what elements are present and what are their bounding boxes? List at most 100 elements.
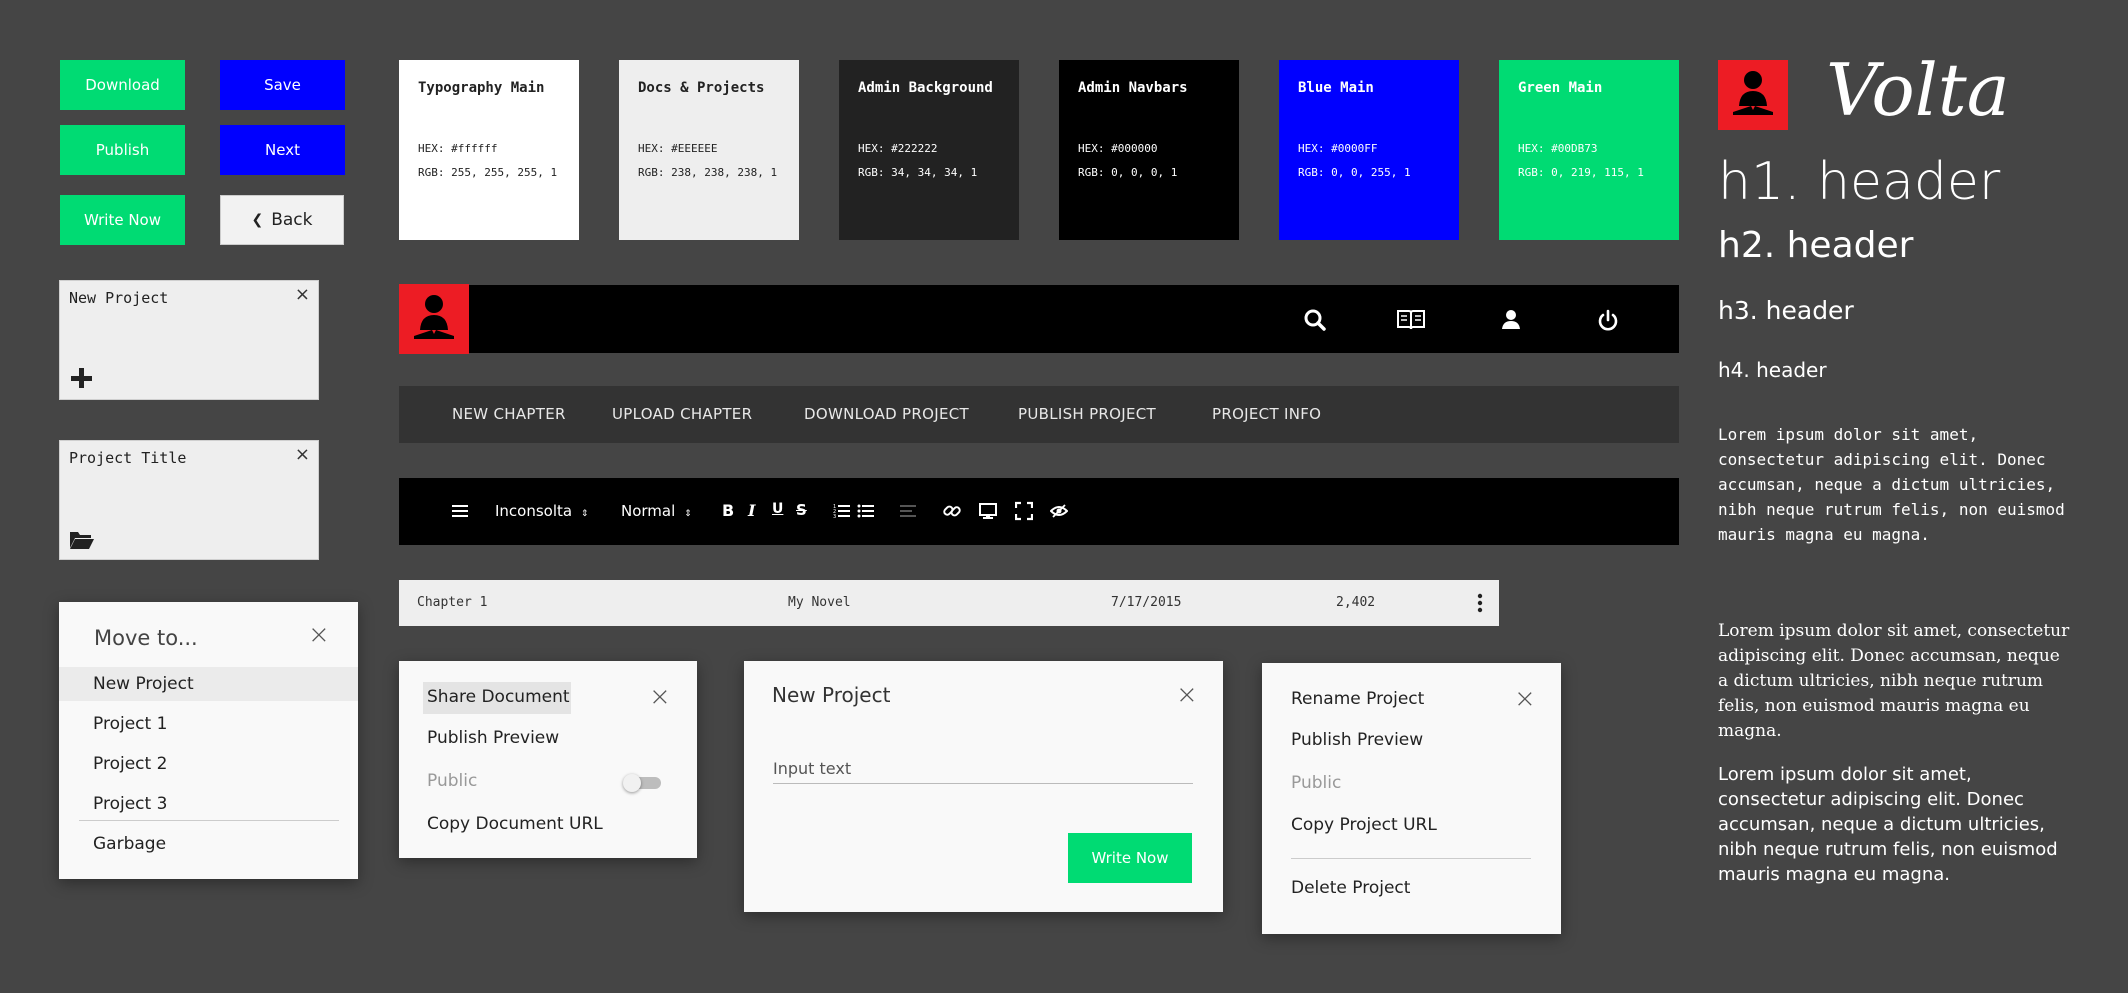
swatch-name: Docs & Projects	[638, 80, 765, 96]
close-icon[interactable]: ×	[308, 620, 330, 650]
move-to-item-label[interactable]: Project 2	[93, 754, 167, 774]
chapter-row[interactable]: Chapter 1 My Novel 7/17/2015 2,402	[399, 580, 1499, 626]
publish-preview-item[interactable]: Publish Preview	[427, 728, 559, 748]
download-button[interactable]: Download	[60, 60, 185, 110]
monitor-icon[interactable]	[979, 500, 997, 522]
chapter-word-count: 2,402	[1336, 595, 1376, 610]
swatch-hex: HEX: #000000	[1078, 142, 1158, 155]
book-icon[interactable]	[1396, 307, 1426, 333]
close-icon[interactable]: ×	[1176, 680, 1198, 710]
public-label: Public	[1291, 773, 1342, 793]
power-icon[interactable]	[1595, 307, 1621, 333]
swatch-hex: HEX: #ffffff	[418, 142, 498, 155]
paragraph-serif-sample: Lorem ipsum dolor sit amet, consectetur …	[1718, 621, 2070, 741]
h2-sample: h2. header	[1718, 225, 1914, 266]
move-to-dialog: Move to... × New Project Project 1 Proje…	[59, 602, 358, 879]
svg-text:3: 3	[833, 514, 836, 520]
swatch-admin-background: Admin Background HEX: #222222 RGB: 34, 3…	[839, 60, 1019, 240]
italic-icon[interactable]: I	[748, 501, 755, 523]
chapter-name: Chapter 1	[417, 595, 488, 610]
swatch-hex: HEX: #0000FF	[1298, 142, 1378, 155]
reader-logo-icon	[414, 295, 454, 339]
ordered-list-icon[interactable]: 123	[833, 500, 851, 522]
align-icon[interactable]	[899, 500, 917, 522]
new-project-card[interactable]: New Project ×	[59, 280, 319, 400]
next-button[interactable]: Next	[220, 125, 345, 175]
move-to-item-label[interactable]: New Project	[93, 674, 194, 694]
rename-project-item[interactable]: Rename Project	[1291, 689, 1424, 709]
menu-publish-project[interactable]: PUBLISH PROJECT	[1018, 405, 1156, 423]
swatch-hex: HEX: #EEEEEE	[638, 142, 718, 155]
public-toggle[interactable]	[623, 774, 661, 792]
write-now-button[interactable]: Write Now	[60, 195, 185, 245]
swatch-name: Typography Main	[418, 80, 545, 96]
write-now-button[interactable]: Write Now	[1068, 833, 1192, 883]
back-button[interactable]: ❮ Back	[220, 195, 344, 245]
h1-sample: h1. header	[1718, 152, 2001, 212]
move-to-item-label[interactable]: Project 1	[93, 714, 167, 734]
close-icon[interactable]: ×	[1514, 684, 1536, 714]
top-navbar	[399, 284, 1679, 354]
menu-upload-chapter[interactable]: UPLOAD CHAPTER	[612, 405, 752, 423]
paragraph-mono-sample: Lorem ipsum dolor sit amet, consectetur …	[1718, 425, 2065, 544]
swatch-name: Blue Main	[1298, 80, 1374, 96]
swatch-name: Admin Navbars	[1078, 80, 1188, 96]
swatch-rgb: RGB: 0, 0, 0, 1	[1078, 166, 1178, 179]
project-title-card[interactable]: Project Title ×	[59, 440, 319, 560]
font-select[interactable]: Inconsolta ⇕	[495, 502, 588, 524]
plus-icon[interactable]	[69, 366, 95, 390]
folder-open-icon[interactable]	[69, 527, 95, 551]
style-select-value: Normal	[621, 502, 676, 520]
publish-preview-item[interactable]: Publish Preview	[1291, 730, 1423, 750]
dialog-title: Move to...	[94, 626, 198, 650]
swatch-rgb: RGB: 255, 255, 255, 1	[418, 166, 558, 179]
bold-icon[interactable]: B	[722, 501, 734, 523]
move-to-item-label[interactable]: Garbage	[93, 834, 166, 854]
menu-project-info[interactable]: PROJECT INFO	[1212, 405, 1321, 423]
strikethrough-icon[interactable]: S	[796, 501, 807, 523]
paragraph-sans-sample: Lorem ipsum dolor sit amet, consectetur …	[1718, 764, 2058, 885]
menu-new-chapter[interactable]: NEW CHAPTER	[452, 405, 566, 423]
editor-toolbar: Inconsolta ⇕ Normal ⇕ B I U S 123	[399, 478, 1679, 545]
swatch-typography-main: Typography Main HEX: #ffffff RGB: 255, 2…	[399, 60, 579, 240]
card-title: Project Title	[69, 449, 187, 467]
reader-logo-icon	[1733, 71, 1773, 115]
more-vertical-icon[interactable]	[1477, 593, 1483, 613]
share-document-menu: Share Document × Publish Preview Public …	[399, 661, 697, 858]
close-icon[interactable]: ×	[295, 284, 310, 305]
h4-sample: h4. header	[1718, 358, 1827, 382]
toggle-knob	[623, 774, 641, 792]
close-icon[interactable]: ×	[649, 682, 671, 712]
copy-project-url-item[interactable]: Copy Project URL	[1291, 815, 1437, 835]
logo[interactable]	[399, 284, 469, 354]
bullet-list-icon[interactable]	[857, 500, 875, 522]
project-options-menu: Rename Project × Publish Preview Public …	[1262, 663, 1561, 934]
font-select-value: Inconsolta	[495, 502, 573, 520]
underline-icon[interactable]: U	[772, 501, 783, 523]
project-menubar: NEW CHAPTER UPLOAD CHAPTER DOWNLOAD PROJ…	[399, 386, 1679, 443]
delete-project-item[interactable]: Delete Project	[1291, 878, 1410, 898]
save-button[interactable]: Save	[220, 60, 345, 110]
style-select[interactable]: Normal ⇕	[621, 502, 692, 524]
user-icon[interactable]	[1498, 307, 1524, 333]
search-icon[interactable]	[1302, 307, 1328, 333]
hamburger-menu-icon[interactable]	[451, 500, 469, 522]
share-document-item[interactable]: Share Document	[427, 687, 570, 707]
publish-button[interactable]: Publish	[60, 125, 185, 175]
close-icon[interactable]: ×	[295, 444, 310, 465]
swatch-rgb: RGB: 34, 34, 34, 1	[858, 166, 978, 179]
swatch-hex: HEX: #00DB73	[1518, 142, 1598, 155]
card-title: New Project	[69, 289, 169, 307]
fullscreen-icon[interactable]	[1015, 500, 1033, 522]
swatch-admin-navbars: Admin Navbars HEX: #000000 RGB: 0, 0, 0,…	[1059, 60, 1239, 240]
swatch-rgb: RGB: 0, 219, 115, 1	[1518, 166, 1644, 179]
link-icon[interactable]	[943, 500, 961, 522]
move-to-item-label[interactable]: Project 3	[93, 794, 167, 814]
menu-download-project[interactable]: DOWNLOAD PROJECT	[804, 405, 969, 423]
h3-sample: h3. header	[1718, 296, 1854, 325]
swatch-docs-projects: Docs & Projects HEX: #EEEEEE RGB: 238, 2…	[619, 60, 799, 240]
preview-eye-icon[interactable]	[1050, 500, 1068, 522]
swatch-name: Green Main	[1518, 80, 1603, 96]
copy-document-url-item[interactable]: Copy Document URL	[427, 814, 603, 834]
project-name-input[interactable]: Input text	[773, 759, 851, 778]
